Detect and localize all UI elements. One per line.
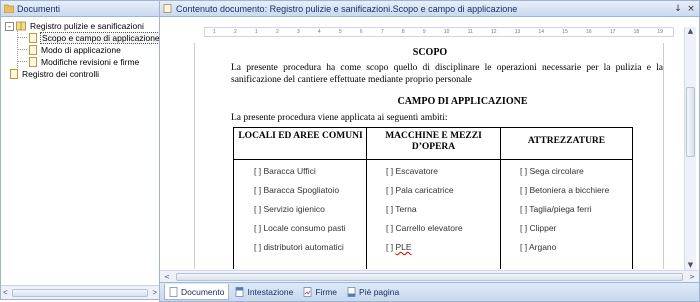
tab-documento[interactable]: Documento [164,284,230,300]
table-header: MACCHINE E MEZZI D’OPERA [385,131,482,152]
ruler-number: 5 [338,29,342,35]
ruler-number: 9 [422,29,426,35]
ruler-number: 17 [609,29,616,35]
content-panel: Contenuto documento: Registro pulizie e … [159,0,700,302]
close-icon[interactable]: × [686,4,696,14]
ruler-number: 10 [443,29,450,35]
scroll-left-icon[interactable]: < [164,273,170,281]
table-header: ATTREZZATURE [527,136,606,146]
table-cell: [ ] Taglia/piega ferri [520,204,592,214]
section-title-scopo: SCOPO [412,47,448,58]
tab-firme[interactable]: Firme [299,284,341,300]
ruler-number: 7 [380,29,384,35]
table-cell: [ ] Escavatore [386,166,438,176]
book-icon [16,21,26,31]
tree-item-label: Modifiche revisioni e firme [41,57,140,67]
scrollbar-thumb[interactable] [11,288,149,297]
document-page[interactable]: SCOPO La presente procedura ha come scop… [194,43,664,269]
table-cell: [ ] Baracca Spogliatoio [254,185,340,195]
ruler-number: 4 [317,29,321,35]
tree-item-registro-controlli[interactable]: Registro dei controlli [1,68,159,80]
ruler-number: 1 [254,29,258,35]
section-title-campo: CAMPO DI APPLICAZIONE [397,96,528,107]
ruler-number: 11 [467,29,473,35]
tab-label: Intestazione [247,287,294,297]
ruler-numbers: 1 2 1 2 3 4 5 6 7 8 9 10 11 12 13 14 15 16 17 18 19 [213,29,663,37]
ruler-number: 19 [657,29,663,35]
tree-horizontal-scrollbar[interactable]: < > [1,285,159,299]
document-icon [163,4,172,13]
document-icon [29,57,37,67]
tab-label: Piè pagina [359,287,400,297]
ruler-number: 8 [401,29,405,35]
scroll-left-icon[interactable]: < [3,288,8,297]
ruler-number: 6 [359,29,363,35]
documents-tree: - Registro pulizie e sanificazioni Scopo… [1,17,162,80]
tree-item-scopo[interactable]: Scopo e campo di applicazione [1,32,162,44]
table-cell: [ ] Locale consumo pasti [254,223,346,233]
intro-paragraph: La presente procedura viene applicata ai… [231,113,448,123]
tree-item-label: Registro dei controlli [22,69,100,79]
document-icon [10,69,18,79]
documents-panel: Documenti - Registro pulizie e sanificaz… [0,0,162,300]
ruler: 1 2 1 2 3 4 5 6 7 8 9 10 11 12 13 14 15 16 17 18 19 [204,27,674,37]
ruler-number: 3 [296,29,300,35]
footer-icon [347,287,356,297]
table-cell: [ ] Baracca Uffici [254,166,316,176]
document-icon [29,45,37,55]
ruler-number: 14 [538,29,545,35]
table-cell: [ ] Clipper [520,223,557,233]
content-panel-title: Contenuto documento: Registro pulizie e … [176,3,518,14]
table-cell: [ ] Terna [386,204,417,214]
ruler-number: 1 [213,29,216,35]
document-tabs: Documento Intestazione Firme Piè pagina [160,282,699,301]
ruler-number: 12 [491,29,497,35]
documents-panel-header: Documenti [1,1,159,17]
pin-icon[interactable]: ↓ [673,4,683,14]
tree-item-registro-pulizie[interactable]: - Registro pulizie e sanificazioni [1,20,159,32]
tree-item-modo[interactable]: Modo di applicazione [1,44,159,56]
tree-item-modifiche[interactable]: Modifiche revisioni e firme [1,56,159,68]
document-area: SCOPO La presente procedura ha come scop… [168,43,678,269]
content-panel-header: Contenuto documento: Registro pulizie e … [160,1,699,17]
scopo-paragraph: La presente procedura ha come scopo quel… [231,63,663,85]
tab-label: Documento [181,286,225,297]
ruler-number: 18 [633,29,640,35]
ambiti-table: LOCALI ED AREE COMUNI MACCHINE E MEZZI D… [233,127,633,269]
tab-intestazione[interactable]: Intestazione [231,284,297,300]
folder-icon [4,4,14,13]
table-cell: [ ] distributori automatici [254,242,344,252]
ruler-number: 15 [562,29,568,35]
table-cell: [ ] Servizio igienico [254,204,325,214]
ruler-number: 2 [233,29,237,35]
tab-pie-pagina[interactable]: Piè pagina [343,284,403,300]
table-header: LOCALI ED AREE COMUNI [238,131,363,141]
signature-icon [303,287,312,297]
table-cell: [ ] Carrello elevatore [386,223,463,233]
scrollbar-thumb[interactable] [175,272,684,281]
tree-item-label: Scopo e campo di applicazione [40,32,162,44]
table-cell: [ ] Argano [520,242,557,252]
table-cell: [ ] Pala caricatrice [386,185,454,195]
document-icon [169,286,178,297]
tree-item-label: Modo di applicazione [41,45,121,55]
header-icon [236,287,244,297]
ruler-number: 2 [275,29,279,35]
ruler-number: 16 [586,29,592,35]
scroll-right-icon[interactable]: > [689,273,695,281]
document-icon [29,33,37,43]
table-cell: [ ] PLE [386,242,412,252]
table-cell: [ ] Sega circolare [520,166,584,176]
tree-item-label: Registro pulizie e sanificazioni [30,21,144,31]
tab-label: Firme [315,287,338,297]
collapse-icon[interactable]: - [5,21,14,31]
scroll-up-icon[interactable]: ▲ [685,27,696,37]
documents-panel-title: Documenti [17,3,61,14]
document-horizontal-scrollbar[interactable]: < > [160,270,699,282]
scroll-right-icon[interactable]: > [152,288,157,297]
ruler-number: 13 [514,29,521,35]
table-cell: [ ] Betoniera a bicchiere [520,185,610,195]
document-vertical-scrollbar[interactable]: ▲ ▼ [684,27,696,271]
